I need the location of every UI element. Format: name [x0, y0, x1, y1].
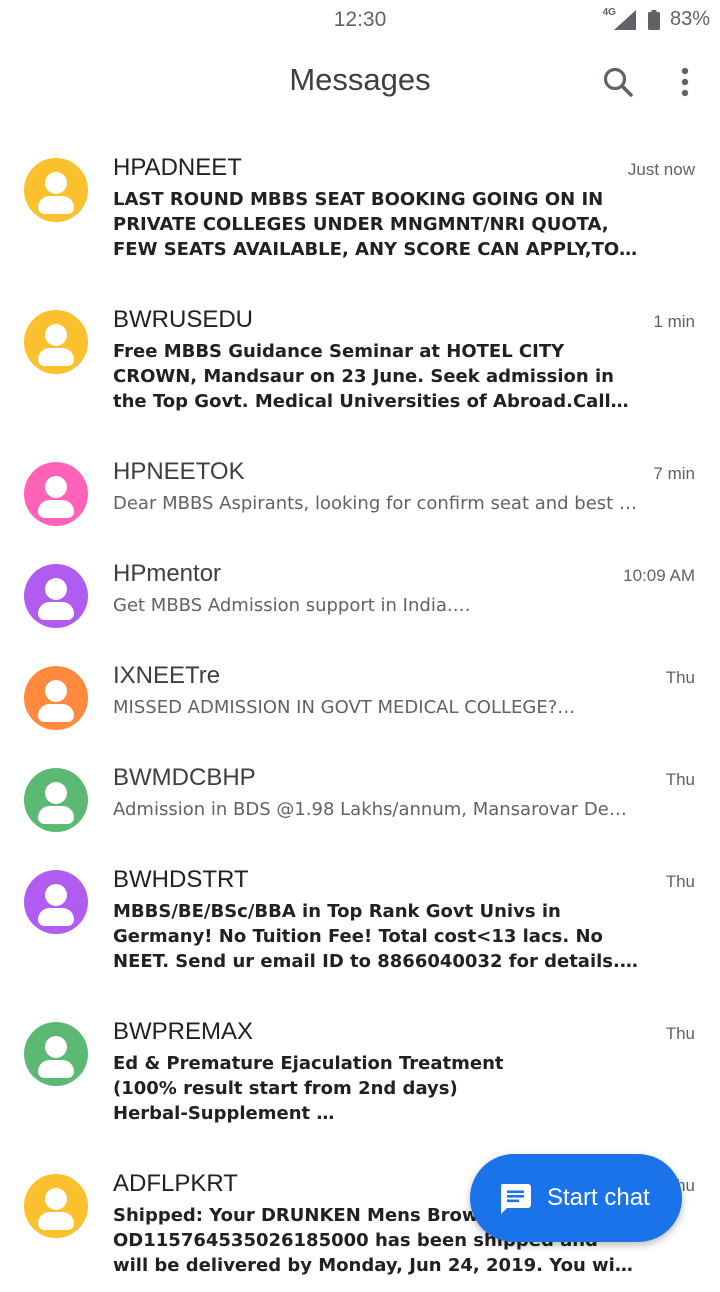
- sender-name: BWHDSTRT: [113, 866, 249, 893]
- message-snippet: Get MBBS Admission support in India.…: [113, 595, 471, 616]
- sender-name: HPmentor: [113, 560, 222, 587]
- message-snippet: Dear MBBS Aspirants, looking for confirm…: [113, 493, 637, 514]
- sender-name: IXNEETre: [113, 662, 221, 689]
- avatar: [24, 768, 88, 832]
- avatar: [24, 870, 88, 934]
- sender-name: HPNEETOK: [113, 458, 245, 485]
- status-indicators: 4G 83%: [602, 7, 710, 31]
- network-type: 4G: [602, 7, 616, 18]
- message-snippet: Admission in BDS @1.98 Lakhs/annum, Mans…: [113, 799, 638, 820]
- more-vert-icon[interactable]: [670, 64, 700, 100]
- conversation-item[interactable]: BWHDSTRT MBBS/BE/BSc/BBA in Top Rank Gov…: [0, 836, 720, 988]
- start-chat-button[interactable]: Start chat: [470, 1154, 682, 1242]
- message-time: Just now: [627, 160, 695, 179]
- sender-name: HPADNEET: [113, 154, 242, 181]
- chat-icon: [500, 1184, 531, 1214]
- conversation-item[interactable]: BWMDCBHP Admission in BDS @1.98 Lakhs/an…: [0, 734, 720, 836]
- signal-icon: [613, 9, 636, 30]
- message-snippet: Free MBBS Guidance Seminar at HOTEL CITY…: [113, 341, 614, 412]
- message-time: 7 min: [653, 464, 695, 483]
- avatar: [24, 158, 88, 222]
- message-snippet: LAST ROUND MBBS SEAT BOOKING GOING ON IN…: [113, 189, 620, 260]
- message-time: Thu: [665, 872, 695, 891]
- message-time: Thu: [665, 1024, 695, 1043]
- message-snippet: MBBS/BE/BSc/BBA in Top Rank Govt Univs i…: [113, 901, 620, 972]
- conversation-item[interactable]: BWRUSEDU Free MBBS Guidance Seminar at H…: [0, 276, 720, 428]
- message-snippet: Ed & Premature Ejaculation Treatment (10…: [113, 1053, 504, 1124]
- sender-name: BWMDCBHP: [113, 764, 256, 791]
- battery-icon: [647, 9, 660, 30]
- avatar: [24, 310, 88, 374]
- message-time: Thu: [665, 770, 695, 789]
- avatar: [24, 462, 88, 526]
- app-bar: Messages: [0, 40, 720, 124]
- status-bar: 12:30 4G 83%: [0, 0, 720, 40]
- battery-level: 83%: [669, 8, 710, 30]
- avatar: [24, 1174, 88, 1238]
- message-time: 1 min: [653, 312, 695, 331]
- avatar: [24, 666, 88, 730]
- conversation-item[interactable]: BWPREMAX Ed & Premature Ejaculation Trea…: [0, 988, 720, 1140]
- conversation-item[interactable]: HPNEETOK Dear MBBS Aspirants, looking fo…: [0, 428, 720, 530]
- sender-name: BWPREMAX: [113, 1018, 254, 1045]
- message-time: Thu: [665, 668, 695, 687]
- avatar: [24, 564, 88, 628]
- conversation-item[interactable]: IXNEETre MISSED ADMISSION IN GOVT MEDICA…: [0, 632, 720, 734]
- start-chat-label: Start chat: [547, 1184, 650, 1211]
- search-icon[interactable]: [600, 64, 636, 100]
- message-snippet: MISSED ADMISSION IN GOVT MEDICAL COLLEGE…: [113, 697, 576, 718]
- conversation-list: HPADNEET LAST ROUND MBBS SEAT BOOKING GO…: [0, 124, 720, 1292]
- avatar: [24, 1022, 88, 1086]
- conversation-item[interactable]: HPADNEET LAST ROUND MBBS SEAT BOOKING GO…: [0, 124, 720, 276]
- sender-name: BWRUSEDU: [113, 306, 254, 333]
- message-time: 10:09 AM: [623, 566, 695, 585]
- conversation-item[interactable]: HPmentor Get MBBS Admission support in I…: [0, 530, 720, 632]
